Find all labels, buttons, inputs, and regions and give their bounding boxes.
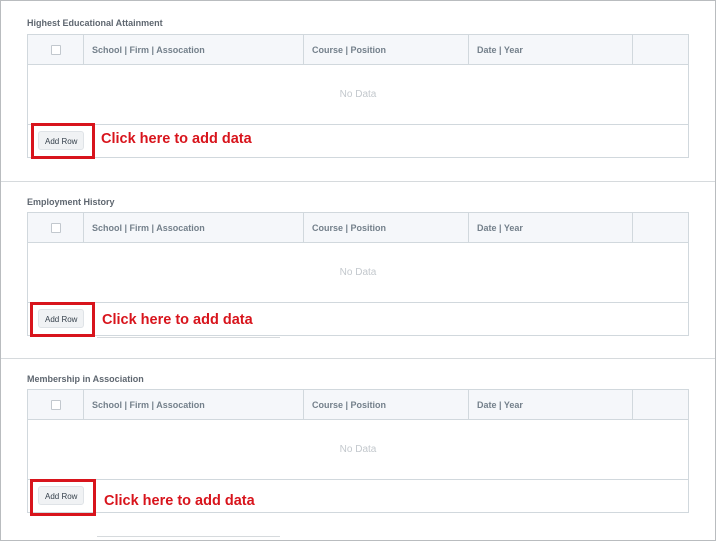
- select-all-cell: [28, 35, 84, 64]
- select-all-checkbox[interactable]: [50, 399, 61, 410]
- form-frame: Highest Educational Attainment School | …: [0, 0, 716, 541]
- select-all-cell: [28, 213, 84, 242]
- add-row-button[interactable]: Add Row: [38, 486, 85, 505]
- section-title: Membership in Association: [27, 374, 144, 384]
- column-header-date: Date | Year: [469, 390, 633, 419]
- annotation-text: Click here to add data: [101, 131, 252, 147]
- empty-state: No Data: [28, 420, 688, 480]
- column-header-school: School | Firm | Assocation: [84, 213, 304, 242]
- column-header-date: Date | Year: [469, 213, 633, 242]
- section-title: Highest Educational Attainment: [27, 18, 163, 28]
- column-header-date: Date | Year: [469, 35, 633, 64]
- empty-state: No Data: [28, 243, 688, 303]
- select-all-cell: [28, 390, 84, 419]
- select-all-checkbox[interactable]: [50, 44, 61, 55]
- column-header-course: Course | Position: [304, 390, 469, 419]
- column-header-course: Course | Position: [304, 35, 469, 64]
- section-education: Highest Educational Attainment School | …: [1, 1, 715, 181]
- column-header-school: School | Firm | Assocation: [84, 390, 304, 419]
- add-row-button[interactable]: Add Row: [38, 131, 85, 150]
- section-employment: Employment History School | Firm | Assoc…: [1, 181, 715, 359]
- column-header-actions: [633, 35, 688, 64]
- select-all-checkbox[interactable]: [50, 222, 61, 233]
- divider: [97, 536, 280, 537]
- empty-state: No Data: [28, 65, 688, 125]
- grid-header: School | Firm | Assocation Course | Posi…: [28, 390, 688, 420]
- column-header-actions: [633, 213, 688, 242]
- column-header-course: Course | Position: [304, 213, 469, 242]
- grid-header: School | Firm | Assocation Course | Posi…: [28, 213, 688, 243]
- grid-header: School | Firm | Assocation Course | Posi…: [28, 35, 688, 65]
- add-row-button[interactable]: Add Row: [38, 309, 85, 328]
- section-membership: Membership in Association School | Firm …: [1, 358, 715, 541]
- column-header-actions: [633, 390, 688, 419]
- section-title: Employment History: [27, 197, 115, 207]
- column-header-school: School | Firm | Assocation: [84, 35, 304, 64]
- annotation-text: Click here to add data: [102, 312, 253, 328]
- annotation-text: Click here to add data: [104, 493, 255, 509]
- divider: [97, 337, 280, 338]
